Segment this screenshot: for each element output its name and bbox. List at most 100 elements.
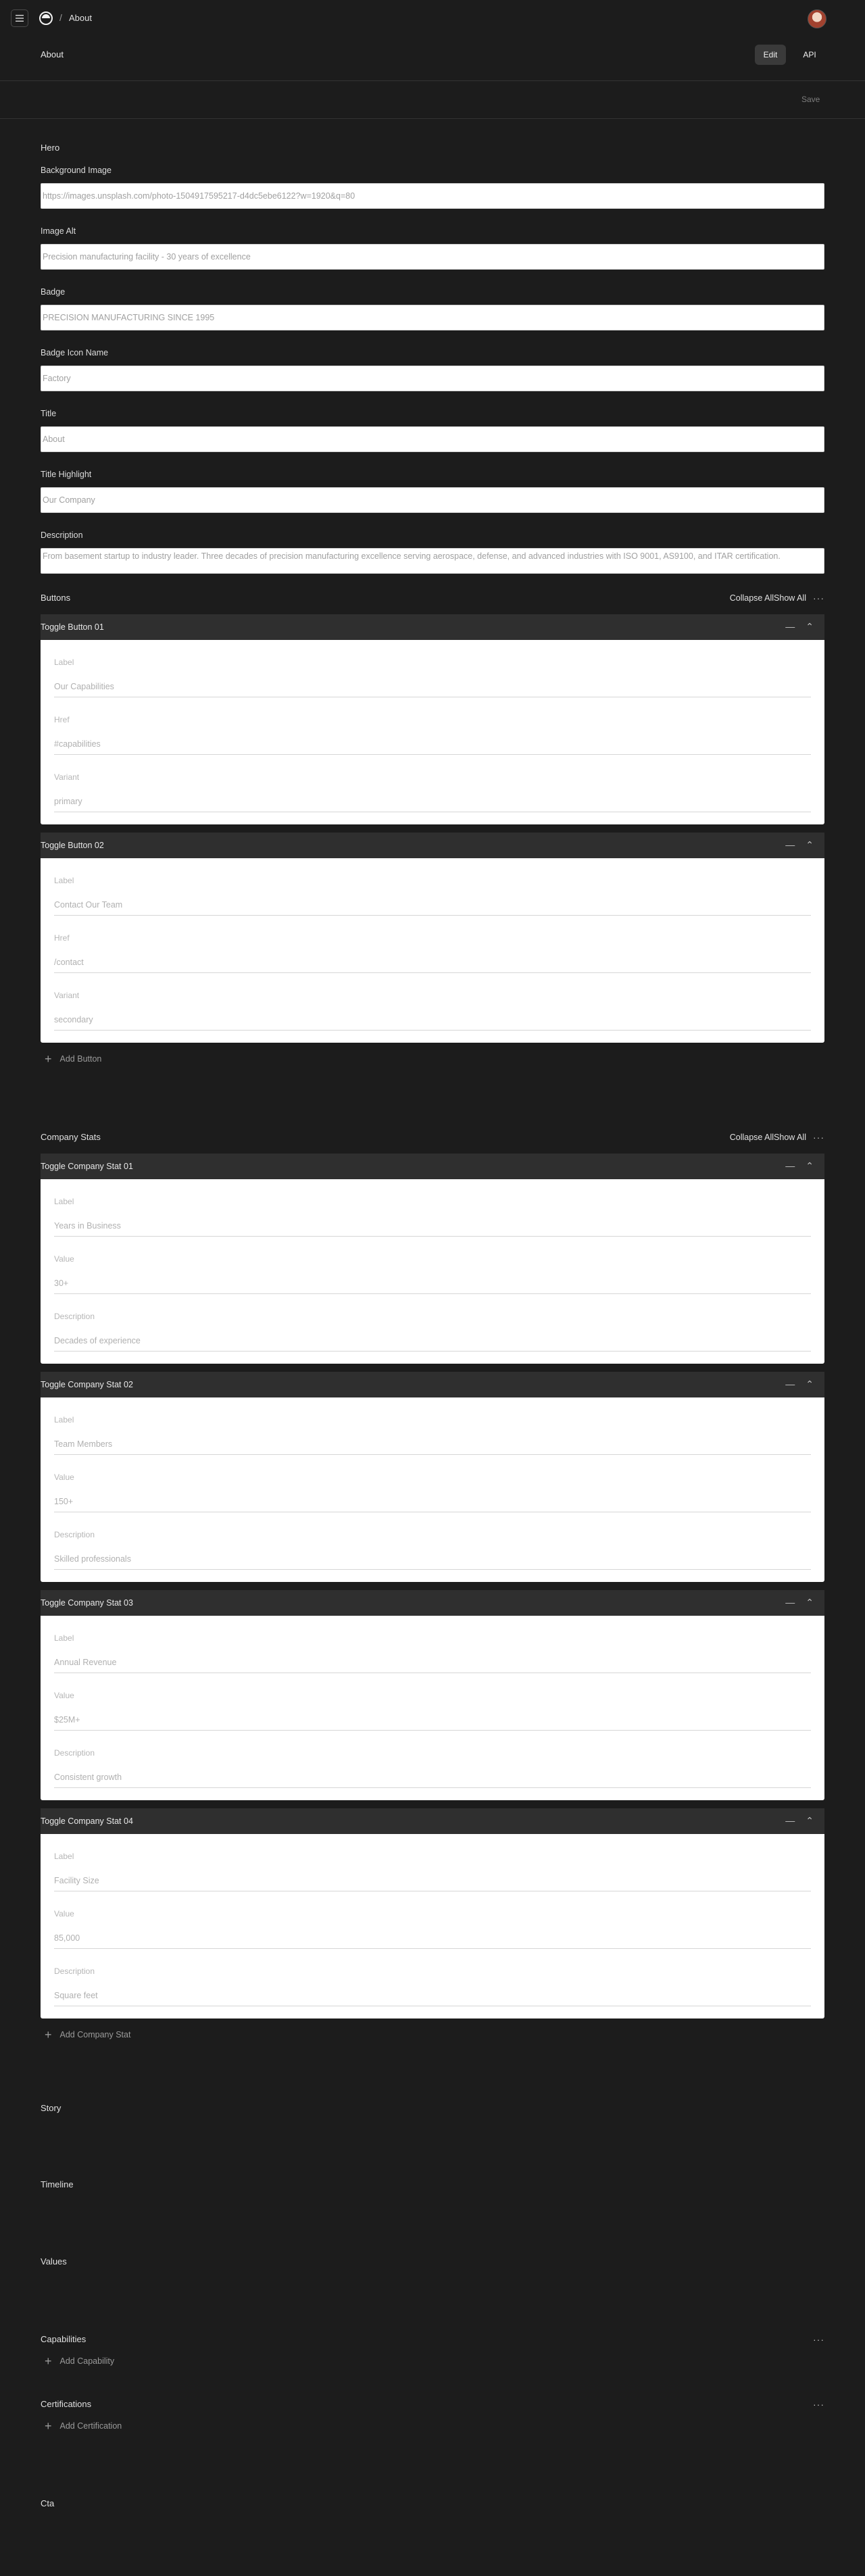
add-company-stat-button[interactable]: + Add Company Stat	[41, 2018, 824, 2051]
field-value[interactable]: /contact	[54, 958, 84, 967]
sidebar-toggle-button[interactable]	[11, 9, 28, 27]
field-value[interactable]: Skilled professionals	[54, 1554, 131, 1564]
background-image-label: Background Image	[41, 166, 112, 175]
stat-description-field[interactable]: Description Square feet	[54, 1952, 811, 2009]
stats-collapse-all-button[interactable]: Collapse All	[730, 1133, 774, 1142]
button-label-field[interactable]: Label Contact Our Team	[54, 861, 811, 918]
stat-description-field[interactable]: Description Skilled professionals	[54, 1515, 811, 1572]
title-highlight-input[interactable]: Our Company	[41, 487, 824, 513]
more-icon[interactable]: ···	[813, 2334, 824, 2345]
minus-icon[interactable]: —	[785, 1597, 795, 1608]
description-textarea[interactable]: From basement startup to industry leader…	[41, 548, 824, 574]
more-icon[interactable]: ···	[813, 1132, 824, 1143]
field-value[interactable]: Our Capabilities	[54, 682, 114, 691]
stat-value-field[interactable]: Value 30+	[54, 1239, 811, 1297]
field-value[interactable]: primary	[54, 797, 82, 806]
field-value[interactable]: 150+	[54, 1497, 73, 1506]
chevron-up-icon[interactable]: ⌃	[806, 1379, 814, 1390]
logo-icon[interactable]	[39, 11, 53, 25]
field-value[interactable]: Team Members	[54, 1439, 112, 1449]
button-card-toggle[interactable]: Toggle Button 01	[41, 622, 104, 632]
background-image-input[interactable]: https://images.unsplash.com/photo-150491…	[41, 183, 824, 209]
add-button-label: Add Button	[59, 1054, 102, 1064]
stat-label-field[interactable]: Label Team Members	[54, 1400, 811, 1458]
button-href-field[interactable]: Href #capabilities	[54, 700, 811, 758]
stat-value-field[interactable]: Value 150+	[54, 1458, 811, 1515]
field-value[interactable]: Decades of experience	[54, 1336, 141, 1345]
field-value[interactable]: Years in Business	[54, 1221, 121, 1231]
field-value[interactable]: secondary	[54, 1015, 93, 1024]
more-icon[interactable]: ···	[813, 2399, 824, 2410]
field-label: Label	[54, 1852, 74, 1861]
button-card-header[interactable]: Toggle Button 02 — ⌃	[41, 833, 824, 858]
add-certification-button[interactable]: + Add Certification	[41, 2411, 824, 2441]
field-value[interactable]: 85,000	[54, 1933, 80, 1943]
chevron-up-icon[interactable]: ⌃	[806, 1597, 814, 1608]
button-label-field[interactable]: Label Our Capabilities	[54, 643, 811, 700]
section-title-timeline[interactable]: Timeline	[41, 2179, 824, 2189]
stat-card-header[interactable]: Toggle Company Stat 02 — ⌃	[41, 1372, 824, 1397]
chevron-up-icon[interactable]: ⌃	[806, 1160, 814, 1172]
button-variant-field[interactable]: Variant secondary	[54, 976, 811, 1033]
stat-card-toggle[interactable]: Toggle Company Stat 01	[41, 1162, 133, 1171]
button-card-toggle[interactable]: Toggle Button 02	[41, 841, 104, 850]
minus-icon[interactable]: —	[785, 1379, 795, 1390]
stat-label-field[interactable]: Label Annual Revenue	[54, 1618, 811, 1676]
minus-icon[interactable]: —	[785, 1815, 795, 1827]
field-value[interactable]: $25M+	[54, 1715, 80, 1725]
badge-icon-name-input[interactable]: Factory	[41, 366, 824, 391]
chevron-up-icon[interactable]: ⌃	[806, 1815, 814, 1827]
buttons-show-all-button[interactable]: Show All	[774, 593, 806, 603]
field-value[interactable]: #capabilities	[54, 739, 101, 749]
button-variant-field[interactable]: Variant primary	[54, 758, 811, 815]
stat-card-toggle[interactable]: Toggle Company Stat 02	[41, 1380, 133, 1389]
editor-content: Hero Background Image https://images.uns…	[41, 119, 824, 2508]
section-title-certifications[interactable]: Certifications	[41, 2399, 91, 2409]
field-value[interactable]: Annual Revenue	[54, 1658, 116, 1667]
stat-description-field[interactable]: Description Decades of experience	[54, 1297, 811, 1354]
save-button[interactable]: Save	[801, 95, 820, 104]
field-value[interactable]: 30+	[54, 1279, 68, 1288]
edit-tab[interactable]: Edit	[755, 45, 786, 65]
top-bar: / About	[0, 0, 865, 38]
stat-label-field[interactable]: Label Years in Business	[54, 1182, 811, 1239]
field-value[interactable]: Facility Size	[54, 1876, 99, 1885]
stats-show-all-button[interactable]: Show All	[774, 1133, 806, 1142]
stat-card-header[interactable]: Toggle Company Stat 04 — ⌃	[41, 1808, 824, 1834]
minus-icon[interactable]: —	[785, 839, 795, 851]
avatar[interactable]	[808, 9, 826, 28]
image-alt-input[interactable]: Precision manufacturing facility - 30 ye…	[41, 244, 824, 270]
stat-card-header[interactable]: Toggle Company Stat 03 — ⌃	[41, 1590, 824, 1616]
stat-card-header[interactable]: Toggle Company Stat 01 — ⌃	[41, 1154, 824, 1179]
stat-value-field[interactable]: Value 85,000	[54, 1894, 811, 1952]
stat-label-field[interactable]: Label Facility Size	[54, 1837, 811, 1894]
minus-icon[interactable]: —	[785, 1160, 795, 1172]
badge-input[interactable]: PRECISION MANUFACTURING SINCE 1995	[41, 305, 824, 330]
field-value[interactable]: Consistent growth	[54, 1773, 122, 1782]
section-title-cta[interactable]: Cta	[41, 2498, 824, 2508]
stat-card-toggle[interactable]: Toggle Company Stat 03	[41, 1598, 133, 1608]
add-capability-button[interactable]: + Add Capability	[41, 2346, 824, 2376]
stat-card-toggle[interactable]: Toggle Company Stat 04	[41, 1816, 133, 1826]
field-value[interactable]: Contact Our Team	[54, 900, 122, 910]
add-button-button[interactable]: + Add Button	[41, 1043, 824, 1075]
api-tab[interactable]: API	[794, 45, 825, 65]
breadcrumb-current[interactable]: About	[69, 13, 92, 23]
button-card-header[interactable]: Toggle Button 01 — ⌃	[41, 614, 824, 640]
stat-description-field[interactable]: Description Consistent growth	[54, 1733, 811, 1791]
stats-group-title: Company Stats	[41, 1132, 101, 1142]
chevron-up-icon[interactable]: ⌃	[806, 839, 814, 851]
section-title-values[interactable]: Values	[41, 2256, 824, 2267]
title-input[interactable]: About	[41, 426, 824, 452]
minus-icon[interactable]: —	[785, 621, 795, 633]
field-value[interactable]: Square feet	[54, 1991, 98, 2000]
buttons-collapse-all-button[interactable]: Collapse All	[730, 593, 774, 603]
field-label: Description	[54, 1312, 95, 1321]
chevron-up-icon[interactable]: ⌃	[806, 621, 814, 633]
section-title-capabilities[interactable]: Capabilities	[41, 2334, 86, 2344]
stat-value-field[interactable]: Value $25M+	[54, 1676, 811, 1733]
field-label: Href	[54, 933, 70, 943]
button-href-field[interactable]: Href /contact	[54, 918, 811, 976]
section-title-story[interactable]: Story	[41, 2103, 824, 2113]
more-icon[interactable]: ···	[813, 593, 824, 603]
